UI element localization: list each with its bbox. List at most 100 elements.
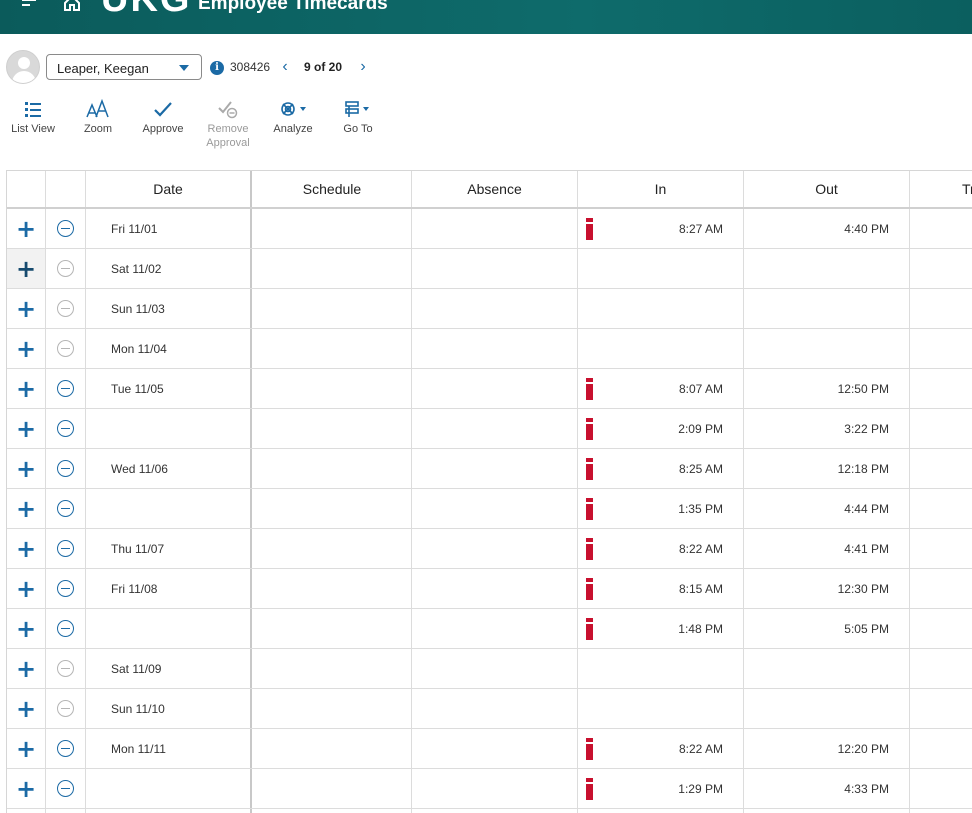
remove-row-button[interactable] bbox=[46, 369, 86, 408]
add-punch-button[interactable]: + bbox=[7, 569, 46, 608]
transfer-cell[interactable] bbox=[910, 809, 972, 813]
remove-row-button[interactable] bbox=[46, 409, 86, 448]
in-punch-cell[interactable] bbox=[578, 649, 744, 688]
home-icon[interactable] bbox=[63, 0, 81, 12]
out-punch-cell[interactable] bbox=[744, 689, 910, 728]
in-punch-cell[interactable]: 1:29 PM bbox=[578, 769, 744, 808]
absence-cell[interactable] bbox=[412, 809, 578, 813]
table-row[interactable]: + Fri 11/01 8:27 AM 4:40 PM bbox=[7, 209, 972, 249]
table-row[interactable]: + Sun 11/03 bbox=[7, 289, 972, 329]
transfer-cell[interactable] bbox=[910, 289, 972, 328]
zoom-button[interactable]: Zoom bbox=[68, 96, 128, 136]
remove-approval-button[interactable]: Remove Approval bbox=[198, 96, 258, 150]
approve-button[interactable]: Approve bbox=[133, 96, 193, 136]
analyze-button[interactable]: Analyze bbox=[263, 96, 323, 136]
schedule-cell[interactable] bbox=[253, 289, 412, 328]
schedule-cell[interactable] bbox=[253, 769, 412, 808]
next-employee-button[interactable]: › bbox=[356, 58, 370, 76]
schedule-cell[interactable] bbox=[253, 249, 412, 288]
add-punch-button[interactable]: + bbox=[7, 529, 46, 568]
in-punch-cell[interactable]: 1:35 PM bbox=[578, 489, 744, 528]
schedule-cell[interactable] bbox=[253, 409, 412, 448]
column-header-absence[interactable]: Absence bbox=[412, 171, 578, 207]
table-row[interactable]: + Wed 11/06 8:25 AM 12:18 PM bbox=[7, 449, 972, 489]
table-row[interactable]: +1:29 PM 4:33 PM bbox=[7, 769, 972, 809]
schedule-cell[interactable] bbox=[253, 809, 412, 813]
out-punch-cell[interactable] bbox=[744, 249, 910, 288]
transfer-cell[interactable] bbox=[910, 489, 972, 528]
transfer-cell[interactable] bbox=[910, 569, 972, 608]
transfer-cell[interactable] bbox=[910, 249, 972, 288]
in-punch-cell[interactable]: 1:48 PM bbox=[578, 609, 744, 648]
table-row[interactable]: +1:35 PM 4:44 PM bbox=[7, 489, 972, 529]
transfer-cell[interactable] bbox=[910, 769, 972, 808]
out-punch-cell[interactable] bbox=[744, 329, 910, 368]
add-punch-button[interactable]: + bbox=[7, 409, 46, 448]
list-view-button[interactable]: List View bbox=[3, 96, 63, 136]
transfer-cell[interactable] bbox=[910, 529, 972, 568]
absence-cell[interactable] bbox=[412, 409, 578, 448]
out-punch-cell[interactable]: 4:44 PM bbox=[744, 489, 910, 528]
out-punch-cell[interactable] bbox=[744, 289, 910, 328]
schedule-cell[interactable] bbox=[253, 649, 412, 688]
remove-row-button[interactable] bbox=[46, 489, 86, 528]
schedule-cell[interactable] bbox=[253, 569, 412, 608]
transfer-cell[interactable] bbox=[910, 609, 972, 648]
table-row[interactable]: + Thu 11/07 8:22 AM 4:41 PM bbox=[7, 529, 972, 569]
employee-dropdown[interactable]: Leaper, Keegan bbox=[46, 54, 202, 80]
absence-cell[interactable] bbox=[412, 529, 578, 568]
table-row[interactable]: + Mon 11/04 bbox=[7, 329, 972, 369]
schedule-cell[interactable] bbox=[253, 489, 412, 528]
out-punch-cell[interactable]: 5:05 PM bbox=[744, 609, 910, 648]
add-punch-button[interactable]: + bbox=[7, 249, 46, 288]
in-punch-cell[interactable]: 8:22 AM bbox=[578, 529, 744, 568]
out-punch-cell[interactable]: 12:50 PM bbox=[744, 369, 910, 408]
table-row[interactable]: + Fri 11/08 8:15 AM 12:30 PM bbox=[7, 569, 972, 609]
add-punch-button[interactable]: + bbox=[7, 209, 46, 248]
out-punch-cell[interactable]: 3:22 PM bbox=[744, 409, 910, 448]
previous-employee-button[interactable]: ‹ bbox=[278, 58, 292, 76]
absence-cell[interactable] bbox=[412, 209, 578, 248]
table-row[interactable]: + Sat 11/09 bbox=[7, 649, 972, 689]
remove-row-button[interactable] bbox=[46, 289, 86, 328]
in-punch-cell[interactable]: 8:07 AM bbox=[578, 369, 744, 408]
column-header-date[interactable]: Date bbox=[86, 171, 252, 207]
schedule-cell[interactable] bbox=[253, 689, 412, 728]
transfer-cell[interactable] bbox=[910, 649, 972, 688]
add-punch-button[interactable]: + bbox=[7, 489, 46, 528]
absence-cell[interactable] bbox=[412, 289, 578, 328]
transfer-cell[interactable] bbox=[910, 729, 972, 768]
absence-cell[interactable] bbox=[412, 489, 578, 528]
absence-cell[interactable] bbox=[412, 569, 578, 608]
absence-cell[interactable] bbox=[412, 329, 578, 368]
transfer-cell[interactable] bbox=[910, 209, 972, 248]
hamburger-menu-icon[interactable] bbox=[22, 0, 42, 12]
schedule-cell[interactable] bbox=[253, 609, 412, 648]
column-header-transfer[interactable]: Tr bbox=[910, 171, 972, 207]
remove-row-button[interactable] bbox=[46, 329, 86, 368]
add-punch-button[interactable]: + bbox=[7, 769, 46, 808]
table-row[interactable]: + Mon 11/11 8:22 AM 12:20 PM bbox=[7, 729, 972, 769]
in-punch-cell[interactable] bbox=[578, 289, 744, 328]
absence-cell[interactable] bbox=[412, 609, 578, 648]
in-punch-cell[interactable] bbox=[578, 249, 744, 288]
remove-row-button[interactable] bbox=[46, 249, 86, 288]
add-punch-button[interactable]: + bbox=[7, 689, 46, 728]
add-punch-button[interactable]: + bbox=[7, 369, 46, 408]
schedule-cell[interactable] bbox=[253, 369, 412, 408]
info-icon[interactable]: i bbox=[210, 61, 224, 75]
absence-cell[interactable] bbox=[412, 449, 578, 488]
schedule-cell[interactable] bbox=[253, 449, 412, 488]
transfer-cell[interactable] bbox=[910, 409, 972, 448]
table-row[interactable]: +1:48 PM 5:05 PM bbox=[7, 609, 972, 649]
schedule-cell[interactable] bbox=[253, 529, 412, 568]
in-punch-cell[interactable] bbox=[578, 809, 744, 813]
out-punch-cell[interactable]: 4:40 PM bbox=[744, 209, 910, 248]
schedule-cell[interactable] bbox=[253, 209, 412, 248]
absence-cell[interactable] bbox=[412, 249, 578, 288]
table-row[interactable]: + Tue 11/05 8:07 AM 12:50 PM bbox=[7, 369, 972, 409]
in-punch-cell[interactable]: 8:27 AM bbox=[578, 209, 744, 248]
add-punch-button[interactable]: + bbox=[7, 729, 46, 768]
transfer-cell[interactable] bbox=[910, 369, 972, 408]
add-punch-button[interactable]: + bbox=[7, 449, 46, 488]
